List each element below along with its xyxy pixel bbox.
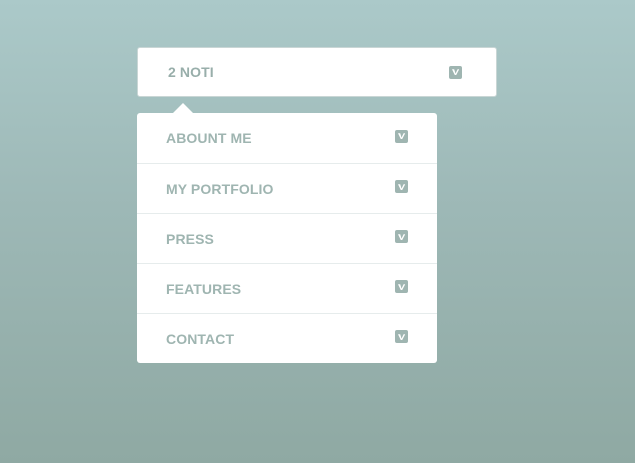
menu-item-about-me[interactable]: ABOUNT ME — [137, 113, 437, 163]
menu-item-contact[interactable]: CONTACT — [137, 313, 437, 363]
vimeo-icon[interactable] — [449, 65, 462, 79]
vimeo-icon — [395, 280, 408, 293]
menu-item-label: PRESS — [166, 230, 214, 247]
menu-item-my-portfolio[interactable]: MY PORTFOLIO — [137, 163, 437, 213]
vimeo-icon — [395, 180, 408, 193]
dropdown-trigger[interactable]: 2 NOTI — [137, 47, 497, 97]
menu-item-label: CONTACT — [166, 330, 235, 347]
menu-item-label: ABOUNT ME — [166, 130, 252, 146]
menu-item-label: FEATURES — [166, 280, 242, 297]
menu-item-features[interactable]: FEATURES — [137, 263, 437, 313]
menu-item-press[interactable]: PRESS — [137, 213, 437, 263]
vimeo-icon — [395, 330, 408, 343]
vimeo-icon — [395, 230, 408, 243]
dropdown-trigger-label: 2 NOTI — [168, 64, 214, 80]
vimeo-icon — [395, 129, 408, 143]
menu-item-label: MY PORTFOLIO — [166, 180, 274, 197]
dropdown-menu: ABOUNT ME MY PORTFOLIO PRESS FEATURES CO… — [137, 103, 437, 363]
